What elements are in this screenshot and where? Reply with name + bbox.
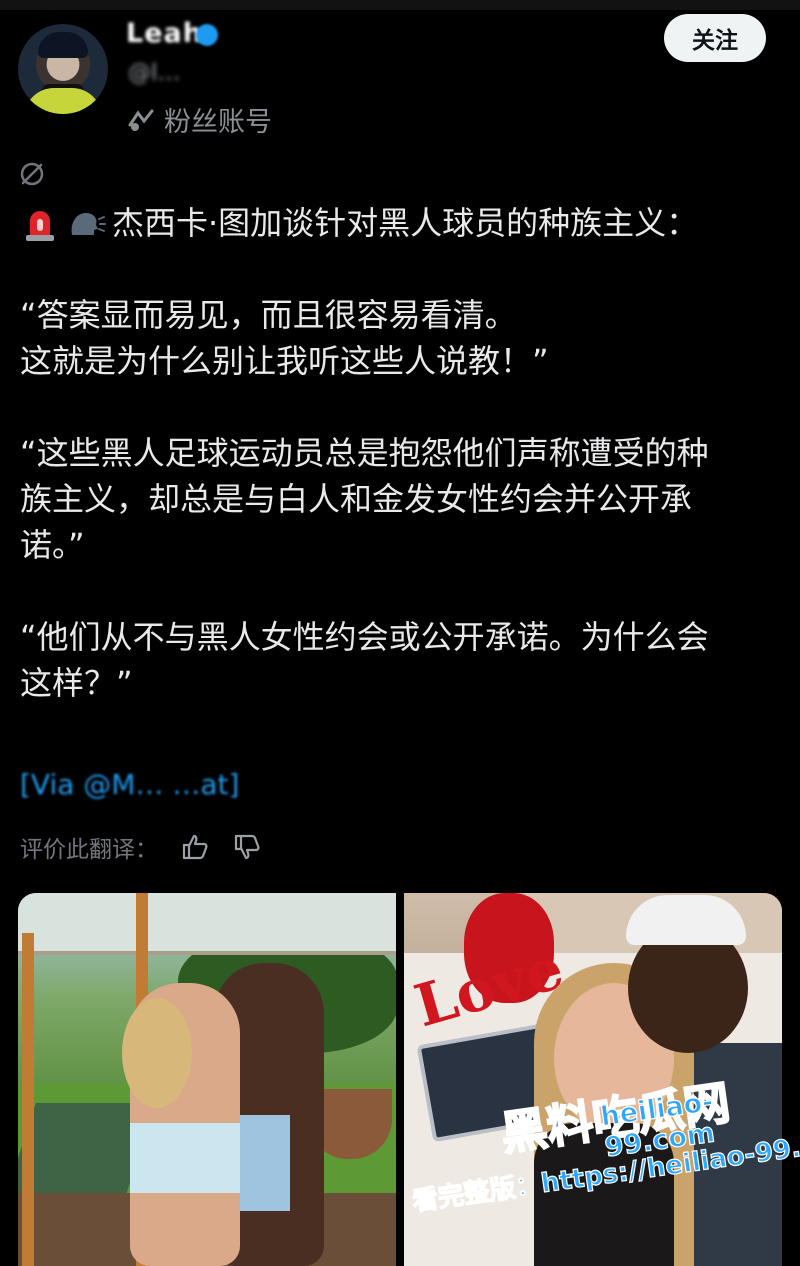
- account-type-label: 粉丝账号: [164, 107, 272, 138]
- post-line: “这些黑人足球运动员总是抱怨他们声称遭受的种: [20, 434, 709, 472]
- fan-account-icon: [128, 109, 154, 131]
- post-line: “答案显而易见，而且很容易看清。: [20, 296, 517, 334]
- post-line: “他们从不与黑人女性约会或公开承诺。为什么会: [20, 618, 709, 656]
- post-line: 这样？”: [20, 664, 133, 702]
- account-type: 粉丝账号: [126, 100, 272, 139]
- siren-emoji-icon: [26, 211, 54, 241]
- speaking-head-emoji-icon: [71, 213, 106, 235]
- source-attribution[interactable]: [Via @M… …at]: [20, 768, 239, 801]
- post-text: 杰西卡·图加谈针对黑人球员的种族主义： “答案显而易见，而且很容易看清。 这就是…: [20, 200, 780, 706]
- post-line-headline: 杰西卡·图加谈针对黑人球员的种族主义：: [20, 200, 780, 246]
- thumbs-up-icon[interactable]: [180, 832, 210, 862]
- rate-translation-label: 评价此翻译：: [20, 837, 158, 863]
- verified-badge-icon: [196, 24, 218, 46]
- display-name[interactable]: Leah: [126, 18, 203, 49]
- user-handle[interactable]: @l…: [128, 60, 180, 86]
- translated-icon[interactable]: [18, 160, 46, 188]
- thumbs-down-icon[interactable]: [232, 832, 262, 862]
- post-line: 族主义，却总是与白人和金发女性约会并公开承: [20, 480, 693, 518]
- post-line: 这就是为什么别让我听这些人说教！”: [20, 342, 549, 380]
- media-image-left[interactable]: [18, 893, 396, 1266]
- status-strip: [0, 0, 800, 10]
- follow-button[interactable]: 关注: [664, 14, 766, 62]
- post-line: 诺。”: [20, 526, 85, 564]
- avatar[interactable]: [18, 24, 108, 114]
- rate-translation: 评价此翻译：: [20, 830, 262, 864]
